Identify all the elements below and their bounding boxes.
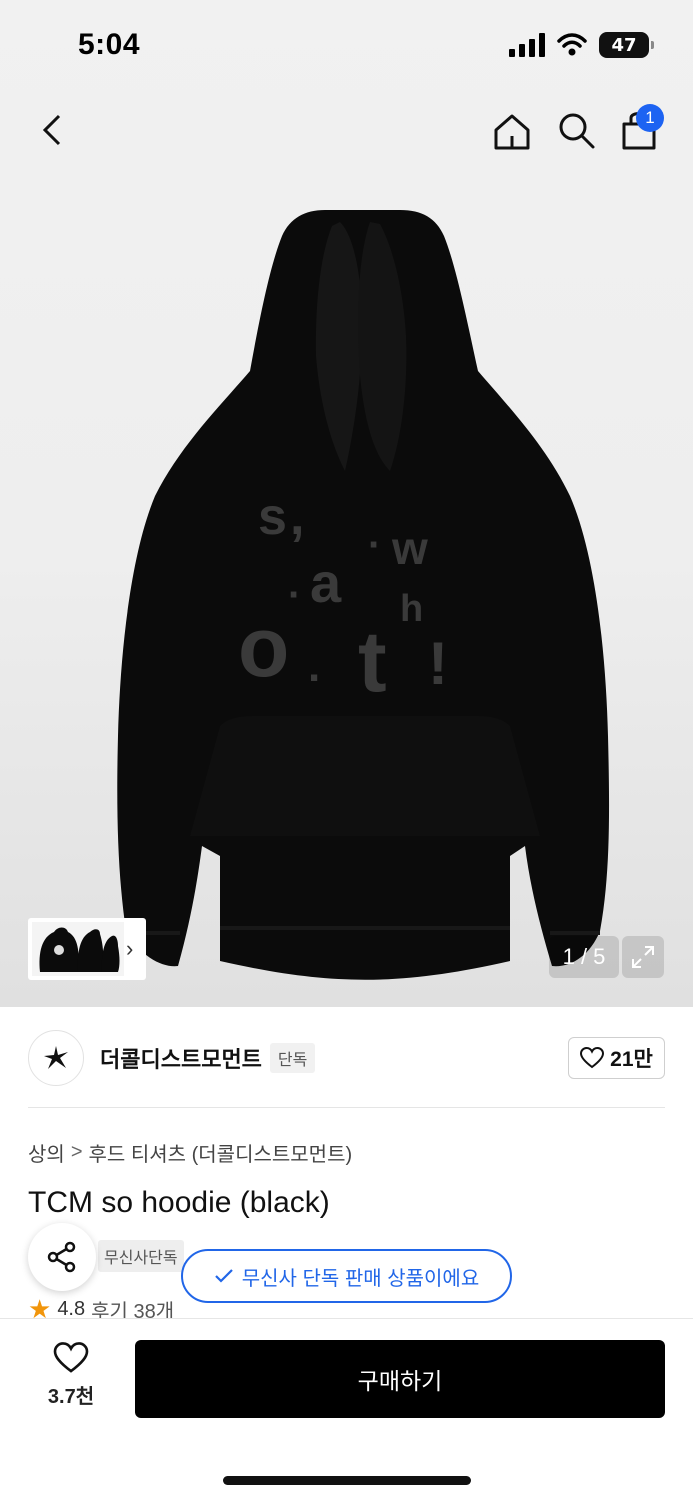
fullscreen-button[interactable] bbox=[622, 936, 664, 978]
brand-like-count: 21만 bbox=[610, 1048, 653, 1071]
search-icon bbox=[559, 113, 595, 149]
battery-level: 47 bbox=[611, 34, 637, 56]
brand-exclusive-tag: 단독 bbox=[269, 1043, 316, 1073]
product-image-hoodie: s , · w · a h o . t ! bbox=[117, 210, 610, 980]
brand-name[interactable]: 더콜디스트모먼트 bbox=[100, 1042, 262, 1074]
status-icons: 47 bbox=[509, 32, 654, 58]
print-letter: · bbox=[288, 573, 301, 617]
chevron-left-icon bbox=[42, 114, 61, 146]
exclusive-badge[interactable]: 무신사단독 bbox=[98, 1240, 184, 1272]
battery-icon: 47 bbox=[599, 32, 654, 58]
print-letter: · bbox=[368, 523, 381, 567]
thumbnail-image bbox=[32, 922, 124, 976]
star-icon: ★ bbox=[28, 1298, 52, 1320]
breadcrumb-separator: > bbox=[70, 1141, 83, 1163]
back-button[interactable] bbox=[32, 108, 72, 152]
thumbnail-strip[interactable]: › bbox=[28, 918, 146, 980]
cart-count-badge: 1 bbox=[636, 104, 664, 132]
exclusive-tooltip: 무신사 단독 판매 상품이에요 bbox=[181, 1249, 512, 1303]
breadcrumb-subcategory[interactable]: 후드 티셔츠 (더콜디스트모먼트) bbox=[89, 1138, 353, 1167]
cellular-signal-icon bbox=[509, 33, 545, 57]
print-letter: ! bbox=[428, 630, 448, 697]
exclusive-tooltip-text: 무신사 단독 판매 상품이에요 bbox=[241, 1267, 480, 1290]
product-image-gallery[interactable]: s , · w · a h o . t ! 1 › 1 / 5 bbox=[0, 0, 693, 1007]
heart-icon bbox=[53, 1342, 89, 1373]
home-button[interactable] bbox=[490, 110, 534, 154]
print-letter: h bbox=[400, 588, 423, 630]
status-bar: 5:04 47 bbox=[0, 0, 693, 92]
share-button[interactable] bbox=[28, 1223, 96, 1291]
share-icon bbox=[47, 1241, 76, 1273]
wifi-icon bbox=[557, 33, 587, 56]
home-indicator bbox=[223, 1476, 471, 1485]
print-letter: t bbox=[358, 614, 387, 710]
brand-like-button[interactable]: 21만 bbox=[568, 1037, 665, 1079]
divider bbox=[28, 1107, 665, 1108]
print-letter: a bbox=[310, 551, 342, 614]
print-letter: , bbox=[290, 488, 304, 546]
brand-row: 더콜디스트모먼트 단독 21만 bbox=[28, 1030, 665, 1086]
buy-button[interactable]: 구매하기 bbox=[135, 1340, 665, 1418]
review-count[interactable]: 후기 38개 bbox=[91, 1298, 174, 1321]
search-button[interactable] bbox=[556, 110, 596, 150]
product-title: TCM so hoodie (black) bbox=[28, 1186, 330, 1219]
check-icon bbox=[214, 1269, 233, 1283]
expand-icon bbox=[632, 946, 654, 968]
print-letter: . bbox=[308, 642, 320, 691]
wishlist-button[interactable]: 3.7천 bbox=[30, 1342, 112, 1409]
print-letter: s bbox=[258, 488, 287, 546]
print-letter: w bbox=[391, 522, 428, 574]
wishlist-count: 3.7천 bbox=[47, 1386, 95, 1408]
print-letter: o bbox=[238, 600, 289, 694]
chevron-right-icon: › bbox=[126, 936, 134, 961]
brand-logo[interactable] bbox=[28, 1030, 84, 1086]
image-page-indicator: 1 / 5 bbox=[549, 936, 619, 978]
rating-value: 4.8 bbox=[57, 1298, 86, 1320]
brand-star-logo-icon bbox=[44, 1046, 68, 1069]
home-icon bbox=[494, 114, 530, 150]
status-time: 5:04 bbox=[78, 28, 141, 61]
rating-row[interactable]: ★ 4.8 후기 38개 bbox=[28, 1298, 174, 1320]
heart-icon bbox=[580, 1047, 605, 1069]
breadcrumb-category[interactable]: 상의 bbox=[28, 1138, 65, 1167]
breadcrumb: 상의 > 후드 티셔츠 (더콜디스트모먼트) bbox=[28, 1138, 352, 1167]
